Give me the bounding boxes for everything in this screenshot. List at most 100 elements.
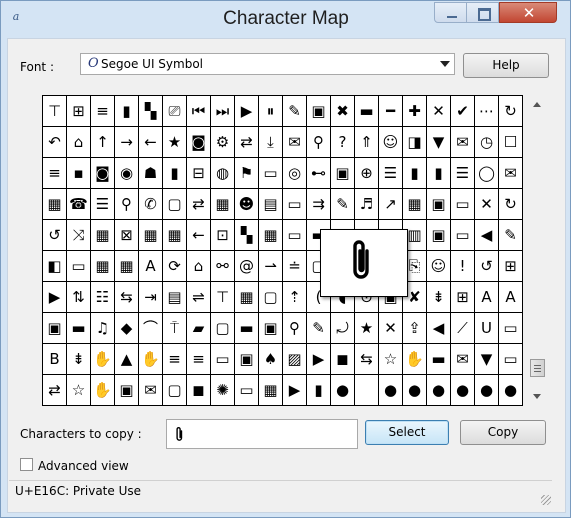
character-cell[interactable]: ◉	[115, 158, 139, 189]
character-cell[interactable]: ▬	[235, 313, 259, 344]
character-cell[interactable]: ▨	[283, 344, 307, 375]
character-cell[interactable]: ▭	[283, 220, 307, 251]
character-cell[interactable]: ▲	[115, 344, 139, 375]
character-cell[interactable]: ⇉	[307, 189, 331, 220]
character-cell[interactable]: ⇥	[139, 282, 163, 313]
character-cell[interactable]: ↺	[43, 220, 67, 251]
character-cell[interactable]: ⇆	[355, 344, 379, 375]
character-cell[interactable]: ▪	[67, 158, 91, 189]
character-cell[interactable]: ✖	[331, 96, 355, 127]
character-cell[interactable]: ✋	[139, 344, 163, 375]
character-cell[interactable]: ▦	[91, 220, 115, 251]
character-cell[interactable]: ⏮	[187, 96, 211, 127]
character-cell[interactable]: ☆	[67, 375, 91, 406]
character-cell[interactable]: ●	[331, 375, 355, 406]
character-cell[interactable]: ★	[163, 127, 187, 158]
character-cell[interactable]: ✋	[91, 344, 115, 375]
character-cell[interactable]: ◙	[91, 158, 115, 189]
character-cell[interactable]: ▮	[307, 375, 331, 406]
character-cell[interactable]: A	[475, 282, 499, 313]
character-cell[interactable]: ⊤	[211, 282, 235, 313]
character-cell[interactable]: ▬	[67, 313, 91, 344]
character-cell[interactable]: ⌂	[67, 127, 91, 158]
character-cell[interactable]: ?	[331, 127, 355, 158]
character-cell[interactable]: ◯	[475, 158, 499, 189]
character-cell[interactable]: ☻	[235, 189, 259, 220]
character-cell[interactable]: ⊞	[499, 251, 523, 282]
resize-grip[interactable]	[541, 495, 551, 505]
select-button[interactable]: Select	[365, 420, 449, 445]
character-cell[interactable]: ▦	[115, 251, 139, 282]
character-cell[interactable]: ▣	[235, 344, 259, 375]
character-cell[interactable]: ⟋	[451, 313, 475, 344]
advanced-view-label[interactable]: Advanced view	[38, 459, 129, 473]
character-cell[interactable]: ⇪	[403, 313, 427, 344]
character-cell[interactable]: ▦	[139, 220, 163, 251]
character-cell[interactable]: ✉	[139, 375, 163, 406]
character-cell[interactable]: ▣	[427, 189, 451, 220]
character-cell[interactable]: ▦	[43, 189, 67, 220]
character-cell[interactable]: ☰	[451, 158, 475, 189]
character-cell[interactable]: ⚙	[211, 127, 235, 158]
character-cell[interactable]: ⚲	[283, 313, 307, 344]
character-cell[interactable]: ⊞	[67, 96, 91, 127]
character-cell[interactable]: ⊠	[115, 220, 139, 251]
scroll-up-icon[interactable]	[533, 102, 541, 107]
character-cell[interactable]: ▮	[427, 158, 451, 189]
character-cell[interactable]: ◙	[187, 127, 211, 158]
character-cell[interactable]: ⊷	[307, 158, 331, 189]
grid-scrollbar[interactable]	[529, 95, 546, 406]
character-cell[interactable]: ⇀	[259, 251, 283, 282]
character-cell[interactable]: ✉	[499, 158, 523, 189]
character-cell[interactable]: ✆	[139, 189, 163, 220]
character-cell[interactable]: ◍	[211, 158, 235, 189]
font-dropdown[interactable]: O Segoe UI Symbol	[80, 53, 455, 75]
character-cell[interactable]: ▬	[427, 344, 451, 375]
character-cell[interactable]: ▢	[211, 313, 235, 344]
character-cell[interactable]: ≡	[43, 158, 67, 189]
character-cell[interactable]: ▭	[499, 344, 523, 375]
character-cell[interactable]: ●	[451, 375, 475, 406]
character-cell[interactable]: ✉	[451, 344, 475, 375]
character-cell[interactable]: ⎚	[163, 96, 187, 127]
scroll-thumb[interactable]	[530, 359, 545, 377]
character-cell[interactable]: ✔	[451, 96, 475, 127]
character-cell[interactable]: ⚲	[307, 127, 331, 158]
character-cell[interactable]: ✋	[403, 344, 427, 375]
character-cell[interactable]: ●	[403, 375, 427, 406]
character-cell[interactable]: ✕	[379, 313, 403, 344]
character-cell[interactable]: ⤨	[67, 220, 91, 251]
character-cell[interactable]: ▤	[259, 189, 283, 220]
character-cell[interactable]: ▦	[259, 220, 283, 251]
character-cell[interactable]: ⤓	[259, 127, 283, 158]
character-cell[interactable]: ▣	[331, 158, 355, 189]
character-cell[interactable]: A	[139, 251, 163, 282]
character-cell[interactable]: ⍑	[163, 313, 187, 344]
character-cell[interactable]	[355, 375, 379, 406]
character-cell[interactable]: ▶	[235, 96, 259, 127]
character-cell[interactable]: ◀	[427, 313, 451, 344]
app-icon[interactable]: a	[9, 10, 23, 24]
character-cell[interactable]: ▮	[115, 96, 139, 127]
character-cell[interactable]: ▤	[163, 282, 187, 313]
dropdown-arrow-icon[interactable]	[440, 61, 450, 67]
character-cell[interactable]: ✉	[451, 127, 475, 158]
character-cell[interactable]: ↻	[499, 96, 523, 127]
character-cell[interactable]: ▭	[67, 251, 91, 282]
character-cell[interactable]: ←	[187, 220, 211, 251]
character-cell[interactable]: !	[451, 251, 475, 282]
character-cell[interactable]: ↶	[43, 127, 67, 158]
character-cell[interactable]: ◼	[331, 344, 355, 375]
character-cell[interactable]: ⇅	[67, 282, 91, 313]
character-cell[interactable]: ▰	[187, 313, 211, 344]
character-cell[interactable]: ▦	[211, 189, 235, 220]
character-cell[interactable]: ≡	[91, 96, 115, 127]
character-cell[interactable]: ☎	[67, 189, 91, 220]
character-cell[interactable]: ⇄	[235, 127, 259, 158]
character-cell[interactable]: ♬	[355, 189, 379, 220]
scroll-down-icon[interactable]	[533, 394, 541, 399]
maximize-button[interactable]	[467, 2, 499, 23]
character-cell[interactable]: ⊞	[451, 282, 475, 313]
character-cell[interactable]: ↗	[379, 189, 403, 220]
character-cell[interactable]: ✎	[307, 313, 331, 344]
